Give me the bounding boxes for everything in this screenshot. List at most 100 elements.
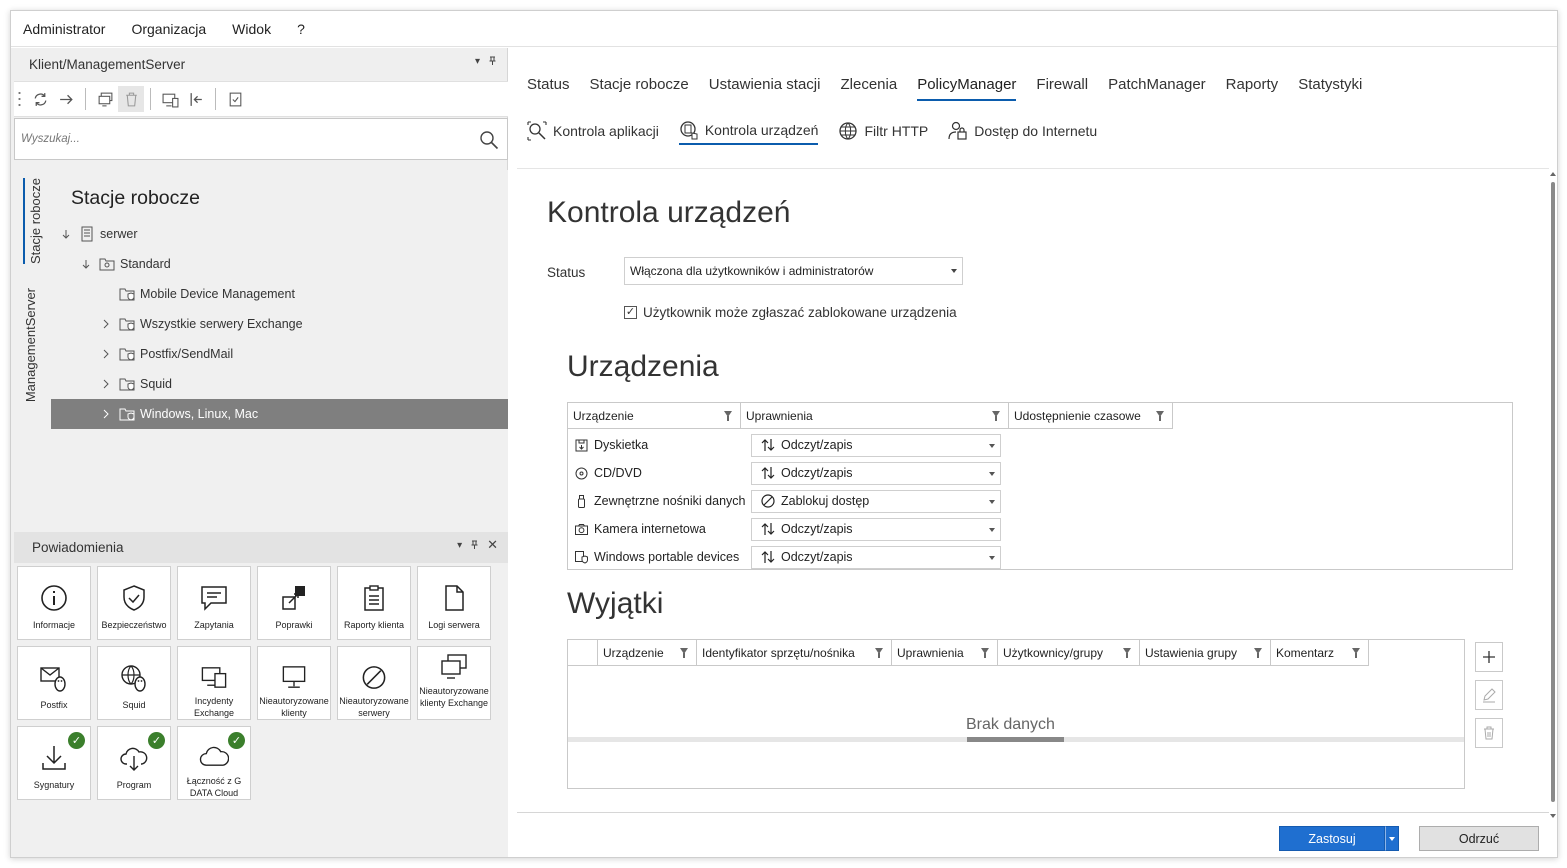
- monitors-icon[interactable]: [92, 86, 118, 112]
- tree-node-serwer[interactable]: serwer: [51, 219, 508, 249]
- expand-icon[interactable]: [99, 317, 113, 331]
- scroll-up-icon[interactable]: [1550, 172, 1556, 176]
- table-row[interactable]: Kamera internetowa Odczyt/zapis: [568, 515, 1512, 543]
- delete-exception-button[interactable]: [1475, 718, 1503, 748]
- permission-dropdown[interactable]: Odczyt/zapis: [751, 433, 1001, 457]
- expand-icon[interactable]: [99, 347, 113, 361]
- delete-icon[interactable]: [118, 86, 144, 112]
- menu-administrator[interactable]: Administrator: [23, 21, 105, 37]
- checkbox-checked-icon[interactable]: ✓: [624, 306, 637, 319]
- task-check-icon[interactable]: [222, 86, 248, 112]
- tile-bezpieczenstwo[interactable]: Bezpieczeństwo: [97, 566, 171, 640]
- tree-node-exchange[interactable]: Wszystkie serwery Exchange: [51, 309, 508, 339]
- col-urzadzenie[interactable]: Urządzenie: [568, 403, 741, 429]
- tab-zlecenia[interactable]: Zlecenia: [840, 76, 897, 101]
- search-field[interactable]: Wyszukaj...: [14, 118, 508, 160]
- scrollbar-thumb[interactable]: [1551, 182, 1555, 802]
- apply-button[interactable]: Zastosuj: [1279, 826, 1385, 851]
- table-row[interactable]: CD/DVD Odczyt/zapis: [568, 459, 1512, 487]
- scrollbar-thumb[interactable]: [967, 737, 1064, 742]
- tile-lacznosc-cloud[interactable]: ✓ Łączność z G DATA Cloud: [177, 726, 251, 800]
- tile-nieautoryzowane-serwery[interactable]: Nieautoryzowane serwery: [337, 646, 411, 720]
- tile-sygnatury[interactable]: ✓ Sygnatury: [17, 726, 91, 800]
- filter-icon[interactable]: [875, 648, 883, 658]
- tile-squid[interactable]: Squid: [97, 646, 171, 720]
- tab-patchmanager[interactable]: PatchManager: [1108, 76, 1206, 101]
- tree-node-squid[interactable]: Squid: [51, 369, 508, 399]
- expand-icon[interactable]: [99, 377, 113, 391]
- apply-dropdown-button[interactable]: [1385, 826, 1399, 851]
- filter-icon[interactable]: [1156, 411, 1164, 421]
- col-identyfikator[interactable]: Identyfikator sprzętu/nośnika: [697, 640, 892, 666]
- col-ustawienia-grupy[interactable]: Ustawienia grupy: [1140, 640, 1271, 666]
- filter-icon[interactable]: [1352, 648, 1360, 658]
- close-icon[interactable]: ✕: [487, 537, 498, 553]
- permission-dropdown[interactable]: Odczyt/zapis: [751, 461, 1001, 485]
- refresh-icon[interactable]: [27, 86, 53, 112]
- tab-stacje-robocze[interactable]: Stacje robocze: [590, 76, 689, 101]
- filter-icon[interactable]: [680, 648, 688, 658]
- tree-node-standard[interactable]: Standard: [51, 249, 508, 279]
- subtab-filtr-http[interactable]: Filtr HTTP: [838, 120, 928, 145]
- tab-firewall[interactable]: Firewall: [1036, 76, 1088, 101]
- table-row[interactable]: Dyskietka Odczyt/zapis: [568, 431, 1512, 459]
- panel-menu-icon[interactable]: ▾: [475, 56, 480, 69]
- table-row[interactable]: Zewnętrzne nośniki danych Zablokuj dostę…: [568, 487, 1512, 515]
- filter-icon[interactable]: [1254, 648, 1262, 658]
- permission-dropdown[interactable]: Odczyt/zapis: [751, 545, 1001, 569]
- scroll-down-icon[interactable]: [1550, 814, 1556, 818]
- filter-icon[interactable]: [981, 648, 989, 658]
- vertical-scrollbar[interactable]: [1549, 170, 1557, 818]
- menu-help[interactable]: ?: [297, 21, 305, 37]
- tile-zapytania[interactable]: Zapytania: [177, 566, 251, 640]
- report-blocked-checkbox[interactable]: ✓ Użytkownik może zgłaszać zablokowane u…: [624, 305, 957, 320]
- collapse-icon[interactable]: [59, 227, 73, 241]
- tile-postfix[interactable]: Postfix: [17, 646, 91, 720]
- tile-nieautoryzowane-klienty[interactable]: Nieautoryzowane klienty: [257, 646, 331, 720]
- tile-raporty-klienta[interactable]: Raporty klienta: [337, 566, 411, 640]
- add-exception-button[interactable]: [1475, 642, 1503, 672]
- edit-exception-button[interactable]: [1475, 680, 1503, 710]
- menu-widok[interactable]: Widok: [232, 21, 271, 37]
- arrow-right-icon[interactable]: [53, 86, 79, 112]
- vtab-stacje-robocze[interactable]: Stacje robocze: [23, 178, 43, 264]
- tile-poprawki[interactable]: Poprawki: [257, 566, 331, 640]
- expand-icon[interactable]: [99, 407, 113, 421]
- tab-ustawienia-stacji[interactable]: Ustawienia stacji: [709, 76, 821, 101]
- pin-icon[interactable]: [488, 56, 497, 69]
- monitor-phone-icon[interactable]: [157, 86, 183, 112]
- vtab-managementserver[interactable]: ManagementServer: [23, 288, 38, 402]
- menu-organizacja[interactable]: Organizacja: [131, 21, 206, 37]
- col-udostepnienie-czasowe[interactable]: Udostępnienie czasowe: [1009, 403, 1173, 429]
- status-dropdown[interactable]: Włączona dla użytkowników i administrato…: [624, 257, 963, 285]
- col-urzadzenie[interactable]: Urządzenie: [598, 640, 697, 666]
- col-komentarz[interactable]: Komentarz: [1271, 640, 1369, 666]
- horizontal-scrollbar[interactable]: [568, 737, 1464, 742]
- col-uprawnienia[interactable]: Uprawnienia: [741, 403, 1009, 429]
- tab-policymanager[interactable]: PolicyManager: [917, 76, 1017, 101]
- permission-dropdown[interactable]: Zablokuj dostęp: [751, 489, 1001, 513]
- tile-incydenty-exchange[interactable]: Incydenty Exchange: [177, 646, 251, 720]
- tree-node-postfix[interactable]: Postfix/SendMail: [51, 339, 508, 369]
- permission-dropdown[interactable]: Odczyt/zapis: [751, 517, 1001, 541]
- tab-status[interactable]: Status: [527, 76, 570, 101]
- panel-menu-icon[interactable]: ▾: [457, 540, 462, 553]
- tile-logi-serwera[interactable]: Logi serwera: [417, 566, 491, 640]
- collapse-icon[interactable]: [79, 257, 93, 271]
- subtab-kontrola-urzadzen[interactable]: Kontrola urządzeń: [678, 120, 819, 145]
- table-row[interactable]: Windows portable devices Odczyt/zapis: [568, 543, 1512, 571]
- filter-icon[interactable]: [1123, 648, 1131, 658]
- tab-raporty[interactable]: Raporty: [1226, 76, 1279, 101]
- subtab-kontrola-aplikacji[interactable]: Kontrola aplikacji: [527, 120, 659, 145]
- import-icon[interactable]: [183, 86, 209, 112]
- filter-icon[interactable]: [724, 411, 732, 421]
- col-uzytkownicy-grupy[interactable]: Użytkownicy/grupy: [998, 640, 1140, 666]
- subtab-dostep-do-internetu[interactable]: Dostęp do Internetu: [948, 120, 1097, 145]
- tree-node-windows-linux-mac[interactable]: Windows, Linux, Mac: [51, 399, 508, 429]
- cancel-button[interactable]: Odrzuć: [1419, 826, 1539, 851]
- tree-node-mobile-device-management[interactable]: Mobile Device Management: [51, 279, 508, 309]
- col-uprawnienia[interactable]: Uprawnienia: [892, 640, 998, 666]
- tab-statystyki[interactable]: Statystyki: [1298, 76, 1362, 101]
- pin-icon[interactable]: [470, 540, 479, 553]
- filter-icon[interactable]: [992, 411, 1000, 421]
